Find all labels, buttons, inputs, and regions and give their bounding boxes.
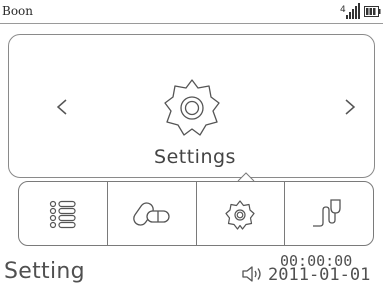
battery-icon bbox=[364, 6, 381, 17]
status-bar: Boon 4 bbox=[0, 0, 383, 24]
mode-label: Setting bbox=[4, 259, 85, 284]
tab-infusion[interactable] bbox=[285, 182, 373, 245]
tab-list[interactable] bbox=[19, 182, 108, 245]
next-button[interactable] bbox=[340, 95, 360, 119]
tab-drugs[interactable] bbox=[108, 182, 197, 245]
tab-settings[interactable] bbox=[197, 182, 286, 245]
pills-icon bbox=[132, 201, 170, 226]
list-icon bbox=[49, 200, 76, 228]
speaker-icon[interactable] bbox=[241, 265, 263, 283]
gear-icon[interactable] bbox=[163, 78, 221, 140]
chevron-left-icon bbox=[56, 99, 67, 115]
tab-bar bbox=[18, 181, 374, 246]
gear-icon bbox=[225, 199, 255, 230]
signal-bars-icon: 4 bbox=[340, 3, 360, 19]
app-name: Boon bbox=[2, 4, 33, 18]
tubing-infusion-icon bbox=[313, 198, 341, 227]
chevron-right-icon bbox=[345, 99, 356, 115]
svg-text:4: 4 bbox=[340, 5, 346, 15]
clock-date: 2011-01-01 bbox=[268, 265, 371, 285]
carousel-item-label: Settings bbox=[154, 146, 236, 168]
previous-button[interactable] bbox=[52, 95, 72, 119]
